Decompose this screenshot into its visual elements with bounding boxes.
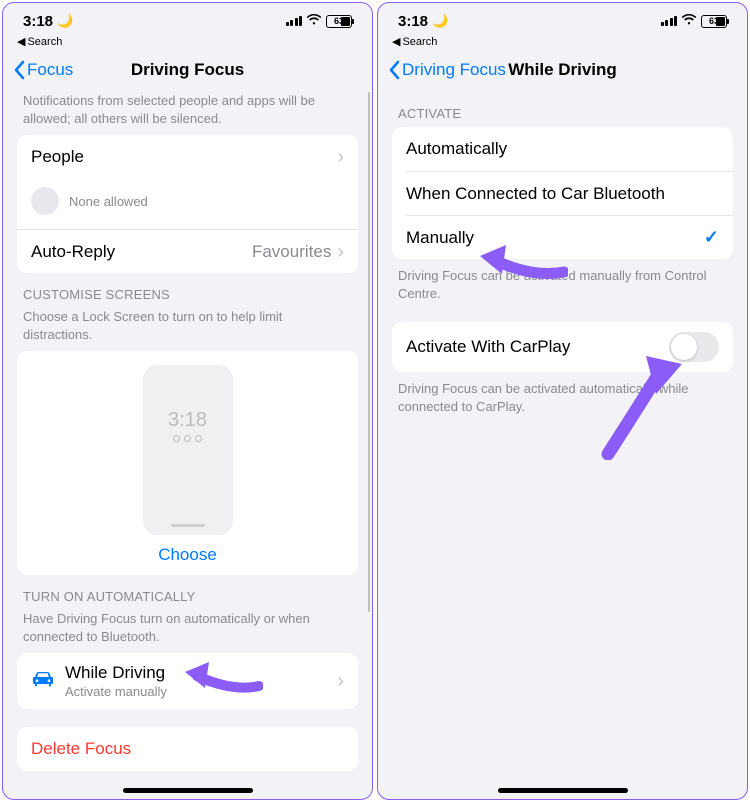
battery-icon: 63	[701, 15, 727, 28]
chevron-right-icon: ›	[337, 671, 344, 691]
toggle-knob-icon	[671, 334, 697, 360]
while-driving-card: While Driving Activate manually ›	[17, 653, 358, 709]
chevron-right-icon: ›	[337, 242, 344, 262]
lock-screen-card: 3:18 Choose	[17, 351, 358, 575]
carplay-row[interactable]: Activate With CarPlay	[392, 322, 733, 372]
right-content: ACTIVATE Automatically When Connected to…	[378, 92, 747, 799]
phone-left: 3:18 🌙 63 ◀ Search Focus Driving Focus N…	[2, 2, 373, 800]
carplay-toggle[interactable]	[669, 332, 719, 362]
customise-desc: Choose a Lock Screen to turn on to help …	[3, 308, 372, 351]
focus-moon-icon: 🌙	[57, 13, 73, 29]
while-driving-sub: Activate manually	[65, 684, 337, 699]
mock-time: 3:18	[168, 409, 207, 432]
activate-card: Automatically When Connected to Car Blue…	[392, 127, 733, 259]
choose-button[interactable]: Choose	[158, 545, 217, 565]
nav-back-button[interactable]: Driving Focus	[388, 60, 506, 80]
phone-right: 3:18 🌙 63 ◀ Search Driving Focus While D…	[377, 2, 748, 800]
nav-title: While Driving	[508, 60, 617, 80]
avatar-placeholder-icon	[31, 187, 59, 215]
carplay-card: Activate With CarPlay	[392, 322, 733, 372]
auto-header: TURN ON AUTOMATICALLY	[3, 575, 372, 610]
wifi-icon	[306, 13, 322, 30]
chevron-left-icon: ◀	[17, 35, 25, 48]
focus-moon-icon: 🌙	[432, 13, 448, 29]
option-manually[interactable]: Manually ✓	[406, 215, 733, 259]
scroll-indicator	[368, 92, 371, 612]
car-icon	[31, 670, 55, 693]
status-bar: 3:18 🌙 63	[3, 3, 372, 33]
chevron-left-icon: ◀	[392, 35, 400, 48]
auto-reply-label: Auto-Reply	[31, 242, 115, 262]
activate-footer: Driving Focus can be activated manually …	[378, 259, 747, 310]
left-content: Notifications from selected people and a…	[3, 92, 372, 799]
chevron-right-icon: ›	[337, 147, 344, 167]
people-none-row: None allowed	[17, 179, 358, 229]
status-bar: 3:18 🌙 63	[378, 3, 747, 33]
delete-focus-button[interactable]: Delete Focus	[17, 727, 358, 771]
people-label: People	[31, 147, 84, 167]
nav-title: Driving Focus	[131, 60, 244, 80]
home-indicator-icon	[123, 788, 253, 793]
status-time: 3:18	[23, 13, 53, 30]
while-driving-row[interactable]: While Driving Activate manually ›	[17, 653, 358, 709]
nav-bar: Focus Driving Focus	[3, 48, 372, 92]
back-to-search[interactable]: ◀ Search	[3, 33, 372, 48]
customise-header: CUSTOMISE SCREENS	[3, 273, 372, 308]
cellular-icon	[286, 16, 303, 26]
checkmark-icon: ✓	[704, 227, 719, 248]
auto-reply-row[interactable]: Auto-Reply Favourites ›	[17, 229, 358, 273]
mock-home-indicator-icon	[171, 524, 205, 528]
back-to-search[interactable]: ◀ Search	[378, 33, 747, 48]
nav-bar: Driving Focus While Driving	[378, 48, 747, 92]
auto-reply-value: Favourites	[252, 242, 331, 262]
lock-screen-preview[interactable]: 3:18	[143, 365, 233, 535]
auto-desc: Have Driving Focus turn on automatically…	[3, 610, 372, 653]
carplay-footer: Driving Focus can be activated automatic…	[378, 372, 747, 423]
home-indicator-icon	[498, 788, 628, 793]
cellular-icon	[661, 16, 678, 26]
intro-desc: Notifications from selected people and a…	[3, 92, 372, 135]
status-time: 3:18	[398, 13, 428, 30]
option-automatically[interactable]: Automatically	[392, 127, 733, 171]
option-car-bluetooth[interactable]: When Connected to Car Bluetooth	[406, 171, 733, 215]
chevron-left-icon	[13, 60, 25, 80]
people-row[interactable]: People ›	[17, 135, 358, 179]
nav-back-button[interactable]: Focus	[13, 60, 73, 80]
battery-icon: 63	[326, 15, 352, 28]
while-driving-label: While Driving	[65, 663, 337, 683]
chevron-left-icon	[388, 60, 400, 80]
mock-dots-icon	[173, 435, 202, 442]
wifi-icon	[681, 13, 697, 30]
people-none-label: None allowed	[69, 194, 148, 209]
activate-header: ACTIVATE	[378, 92, 747, 127]
allowed-card: People › None allowed Auto-Reply Favouri…	[17, 135, 358, 273]
